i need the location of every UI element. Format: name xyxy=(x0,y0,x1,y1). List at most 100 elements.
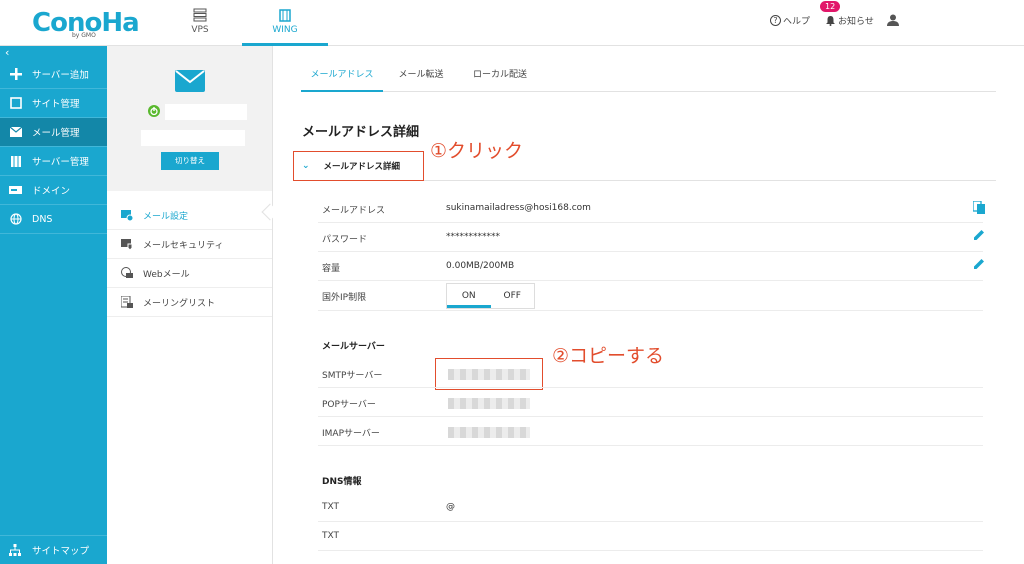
annotation-click: ①クリック xyxy=(430,140,524,162)
menu-webmail[interactable]: Webメール xyxy=(107,259,272,288)
sidebar-sitemap[interactable]: サイトマップ xyxy=(0,535,107,564)
divider xyxy=(318,550,983,551)
notifications-link[interactable]: お知らせ xyxy=(825,14,874,27)
divider xyxy=(318,310,983,311)
divider xyxy=(318,387,983,388)
pop-label: POPサーバー xyxy=(322,400,376,410)
globe-icon xyxy=(9,213,22,226)
pencil-icon[interactable] xyxy=(973,229,985,241)
password-label: パスワード xyxy=(322,235,368,245)
tab-mail-forward[interactable]: メール転送 xyxy=(389,62,453,92)
sidebar-item-domain[interactable]: ドメイン xyxy=(0,176,107,205)
wing-icon xyxy=(279,9,291,22)
sidebar-item-server[interactable]: サーバー管理 xyxy=(0,147,107,176)
notifications-label: お知らせ xyxy=(838,17,874,27)
copy-highlight-box xyxy=(435,358,543,390)
mail-settings-icon xyxy=(121,209,133,221)
top-header: ConoHa by GMO VPS WING ? ヘルプ 12 お知らせ xyxy=(0,0,1024,46)
help-link[interactable]: ? ヘルプ xyxy=(770,14,810,27)
foreign-ip-toggle: ON OFF xyxy=(446,283,535,309)
menu-mailing-list[interactable]: メーリングリスト xyxy=(107,288,272,317)
tab-vps[interactable]: VPS xyxy=(157,0,243,46)
mail-security-icon xyxy=(121,238,133,250)
imap-value-redacted[interactable] xyxy=(448,427,530,438)
divider xyxy=(318,280,983,281)
sidebar-item-dns[interactable]: DNS xyxy=(0,205,107,234)
tab-mail-address[interactable]: メールアドレス xyxy=(301,62,383,92)
divider xyxy=(318,416,983,417)
mail-tabs: メールアドレス メール転送 ローカル配送 xyxy=(301,62,996,92)
mail-server-heading: メールサーバー xyxy=(322,342,385,352)
bell-icon xyxy=(826,16,835,26)
sidebar-item-mail[interactable]: メール管理 xyxy=(0,118,107,147)
help-icon: ? xyxy=(770,15,781,26)
window-icon xyxy=(9,97,22,110)
divider xyxy=(318,222,983,223)
email-label: メールアドレス xyxy=(322,206,386,216)
menu-label: Webメール xyxy=(143,269,190,280)
tab-wing-label: WING xyxy=(272,25,298,35)
menu-label: メール設定 xyxy=(143,211,189,222)
account-column: 切り替え メール設定 メールセキュリティ Webメール メーリングリスト xyxy=(107,46,273,564)
mail-large-icon xyxy=(175,70,205,92)
txt-value: @ xyxy=(446,502,455,512)
server-manage-icon xyxy=(9,155,22,168)
sidebar-item-label: メール管理 xyxy=(32,128,80,139)
sidebar-item-label: ドメイン xyxy=(32,186,71,197)
divider xyxy=(318,445,983,446)
sidebar-item-label: サーバー追加 xyxy=(32,70,89,81)
account-address-field xyxy=(141,130,245,146)
menu-label: メールセキュリティ xyxy=(143,240,224,251)
imap-label: IMAPサーバー xyxy=(322,429,380,439)
capacity-label: 容量 xyxy=(322,264,341,274)
menu-mail-settings[interactable]: メール設定 xyxy=(107,201,272,230)
toggle-on[interactable]: ON xyxy=(447,284,491,308)
domain-icon xyxy=(9,184,22,197)
sidebar-item-label: サイト管理 xyxy=(32,99,80,110)
annotation-copy: ②コピーする xyxy=(552,345,665,367)
logo-sub: by GMO xyxy=(72,32,96,39)
collapse-sidebar-icon[interactable]: ‹ xyxy=(5,46,9,59)
dns-heading: DNS情報 xyxy=(322,477,362,487)
toggle-off[interactable]: OFF xyxy=(491,284,535,308)
txt-label: TXT xyxy=(322,531,340,541)
menu-mail-security[interactable]: メールセキュリティ xyxy=(107,230,272,259)
mail-icon xyxy=(9,126,22,139)
tab-wing[interactable]: WING xyxy=(242,0,328,46)
server-icon xyxy=(193,8,207,22)
switch-button[interactable]: 切り替え xyxy=(161,152,219,170)
sidebar-item-site[interactable]: サイト管理 xyxy=(0,89,107,118)
sitemap-label: サイトマップ xyxy=(32,546,90,557)
sidebar-item-label: DNS xyxy=(32,213,53,225)
accordion-label: メールアドレス詳細 xyxy=(323,162,401,172)
help-label: ヘルプ xyxy=(783,17,811,27)
tab-local-delivery[interactable]: ローカル配送 xyxy=(465,62,535,92)
menu-label: メーリングリスト xyxy=(143,298,216,309)
page-title: メールアドレス詳細 xyxy=(302,125,420,140)
mailing-list-icon xyxy=(121,296,133,308)
foreign-ip-label: 国外IP制限 xyxy=(322,293,367,303)
sidebar-item-add-server[interactable]: サーバー追加 xyxy=(0,60,107,89)
account-name-field xyxy=(165,104,247,120)
pop-value-redacted[interactable] xyxy=(448,398,530,409)
left-sidebar: ‹ サーバー追加 サイト管理 メール管理 サーバー管理 ドメイン DNS サイト… xyxy=(0,46,107,564)
txt-label: TXT xyxy=(322,502,340,512)
plus-icon xyxy=(9,68,22,81)
accordion-mail-detail[interactable]: ⌄ メールアドレス詳細 xyxy=(293,151,424,181)
copy-icon[interactable] xyxy=(973,201,985,214)
divider xyxy=(318,251,983,252)
power-icon xyxy=(148,105,160,117)
tab-vps-label: VPS xyxy=(191,25,209,35)
notification-badge: 12 xyxy=(820,1,841,12)
sitemap-icon xyxy=(9,543,22,557)
webmail-icon xyxy=(121,267,133,279)
sidebar-item-label: サーバー管理 xyxy=(32,157,89,168)
account-summary: 切り替え xyxy=(107,46,272,191)
email-value: sukinamailadress@hosi168.com xyxy=(446,203,591,213)
user-icon[interactable] xyxy=(887,14,899,26)
password-value: ************ xyxy=(446,232,500,242)
divider xyxy=(424,180,996,181)
chevron-down-icon: ⌄ xyxy=(302,161,310,171)
pencil-icon[interactable] xyxy=(973,258,985,270)
capacity-value: 0.00MB/200MB xyxy=(446,261,515,271)
